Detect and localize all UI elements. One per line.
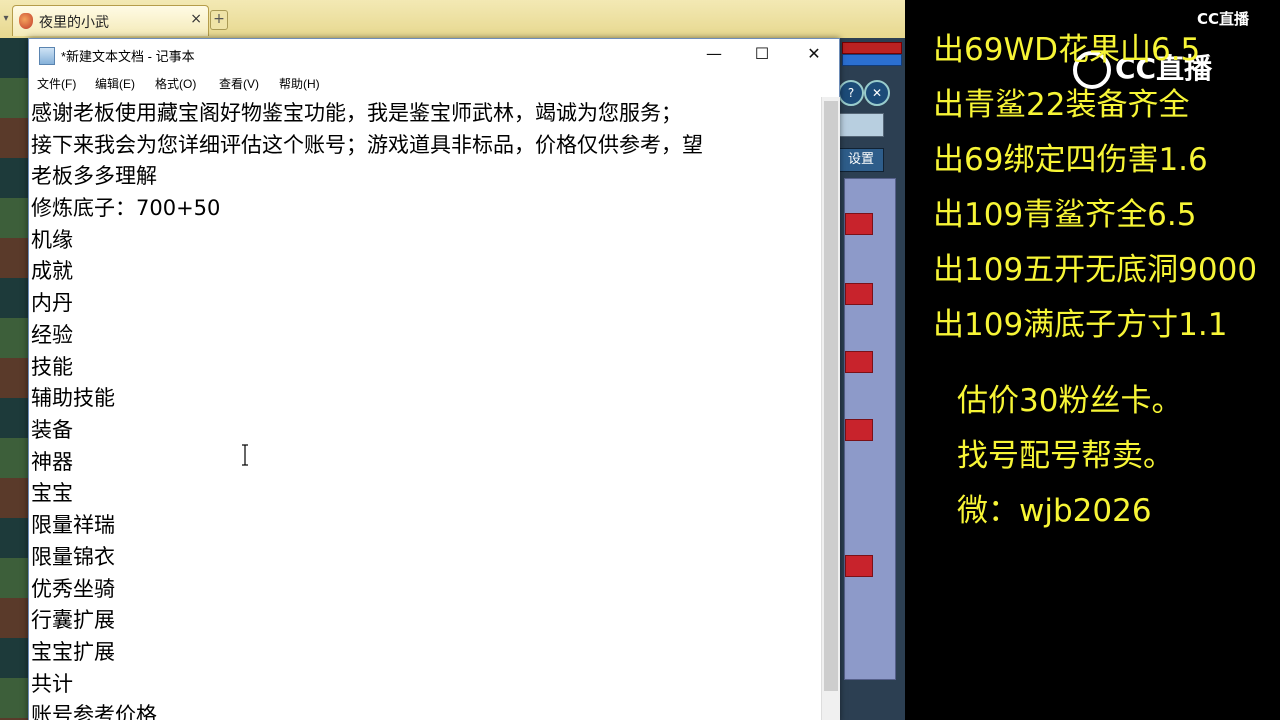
text-line: 宝宝: [31, 481, 73, 505]
game-client-area: ▾ 夜里的小武 × + ? ✕ 设置 *新建文本文档 - 记事本 — ☐ ✕ 文…: [0, 0, 905, 720]
sale-ad-line: 出青鲨22装备齐全: [933, 87, 1190, 123]
text-line: 行囊扩展: [31, 608, 115, 632]
info-line: 找号配号帮卖。: [957, 438, 1174, 474]
stream-overlay-panel: CC直播 CC直播 出69WD花果山6.5 出青鲨22装备齐全 出69绑定四伤害…: [905, 0, 1280, 720]
sale-ad-line: 出69WD花果山6.5: [933, 32, 1201, 68]
maximize-icon[interactable]: ☐: [739, 39, 785, 71]
text-cursor-ibeam-icon: [242, 444, 248, 466]
menu-file[interactable]: 文件(F): [37, 75, 76, 92]
text-line: 账号参考价格: [31, 703, 157, 720]
minimize-icon[interactable]: —: [691, 39, 737, 71]
menu-format[interactable]: 格式(O): [155, 75, 196, 92]
text-line: 修炼底子：700+50: [31, 196, 221, 220]
text-line: 共计: [31, 672, 73, 696]
text-line: 技能: [31, 355, 73, 379]
notepad-text-area[interactable]: 感谢老板使用藏宝阁好物鉴宝功能，我是鉴宝师武林，竭诚为您服务； 接下来我会为您详…: [31, 97, 819, 720]
game-red-button[interactable]: [845, 283, 873, 305]
menu-view[interactable]: 查看(V): [219, 75, 259, 92]
text-line: 成就: [31, 259, 73, 283]
browser-tab[interactable]: 夜里的小武 ×: [12, 5, 209, 36]
mp-bar: [842, 54, 902, 66]
game-red-button[interactable]: [845, 213, 873, 235]
scrollbar-thumb[interactable]: [824, 101, 838, 691]
info-line: 估价30粉丝卡。: [957, 383, 1183, 419]
sale-ad-line: 出109青鲨齐全6.5: [933, 197, 1197, 233]
game-red-button[interactable]: [845, 419, 873, 441]
text-line: 老板多多理解: [31, 164, 157, 188]
notepad-vertical-scrollbar[interactable]: [821, 97, 840, 720]
browser-tab-bar: ▾ 夜里的小武 × +: [0, 0, 905, 39]
text-line: 经验: [31, 323, 73, 347]
notepad-titlebar[interactable]: *新建文本文档 - 记事本 — ☐ ✕: [29, 39, 839, 71]
sale-ad-line: 出109五开无底洞9000: [933, 252, 1258, 288]
notepad-menubar: 文件(F) 编辑(E) 格式(O) 查看(V) 帮助(H): [29, 72, 839, 94]
game-red-button[interactable]: [845, 555, 873, 577]
game-settings-button[interactable]: 设置: [838, 148, 884, 172]
new-tab-button[interactable]: +: [210, 10, 228, 30]
cc-live-watermark-small: CC直播: [1197, 10, 1250, 28]
text-line: 神器: [31, 450, 73, 474]
sale-ad-line: 出69绑定四伤害1.6: [933, 142, 1208, 178]
menu-help[interactable]: 帮助(H): [279, 75, 320, 92]
game-left-decoration: [0, 38, 28, 720]
text-line: 限量锦衣: [31, 545, 115, 569]
game-red-button[interactable]: [845, 351, 873, 373]
hp-bar: [842, 42, 902, 54]
tab-scroll-left-icon[interactable]: ▾: [0, 6, 12, 32]
text-line: 优秀坐骑: [31, 577, 115, 601]
game-right-panel: ? ✕ 设置: [838, 38, 905, 720]
tab-close-icon[interactable]: ×: [190, 11, 202, 27]
contact-line: 微：wjb2026: [957, 493, 1152, 529]
game-close-icon[interactable]: ✕: [864, 80, 890, 106]
close-icon[interactable]: ✕: [791, 39, 837, 71]
text-line: 辅助技能: [31, 386, 115, 410]
game-help-icon[interactable]: ?: [838, 80, 864, 106]
game-favicon-icon: [19, 13, 33, 29]
text-line: 接下来我会为您详细评估这个账号；游戏道具非标品，价格仅供参考，望: [31, 133, 703, 157]
text-line: 装备: [31, 418, 73, 442]
notepad-app-icon: [39, 47, 55, 65]
game-search-input[interactable]: [838, 113, 884, 137]
menu-edit[interactable]: 编辑(E): [95, 75, 135, 92]
text-line: 宝宝扩展: [31, 640, 115, 664]
text-line: 内丹: [31, 291, 73, 315]
text-line: 感谢老板使用藏宝阁好物鉴宝功能，我是鉴宝师武林，竭诚为您服务；: [31, 101, 682, 125]
notepad-window-title: *新建文本文档 - 记事本: [61, 49, 195, 64]
notepad-window: *新建文本文档 - 记事本 — ☐ ✕ 文件(F) 编辑(E) 格式(O) 查看…: [28, 38, 840, 720]
browser-tab-title: 夜里的小武: [39, 15, 109, 31]
text-line: 机缘: [31, 228, 73, 252]
text-line: 限量祥瑞: [31, 513, 115, 537]
game-side-list: [844, 178, 896, 680]
sale-ad-line: 出109满底子方寸1.1: [933, 307, 1228, 343]
